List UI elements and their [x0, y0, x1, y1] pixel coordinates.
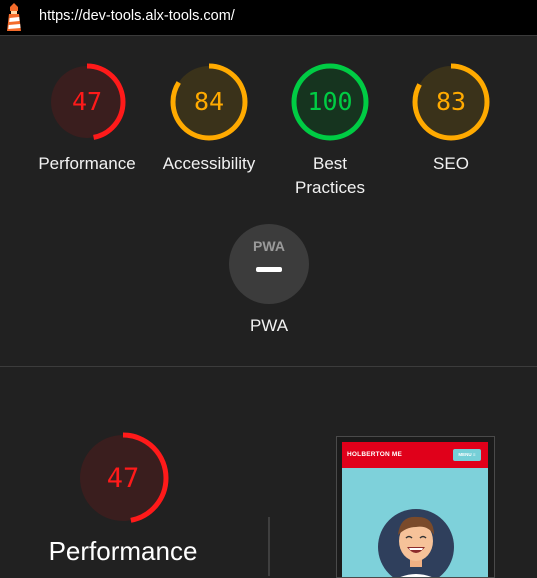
pwa-dash-icon — [256, 267, 282, 272]
preview-header: HOLBERTON ME MENU ≡ — [342, 442, 488, 468]
best-practices-score-ring: 100 — [291, 63, 369, 141]
lighthouse-icon — [7, 3, 21, 31]
page-url[interactable]: https://dev-tools.alx-tools.com/ — [39, 8, 235, 24]
gauge-score: 84 — [194, 87, 224, 116]
gauge-pwa[interactable]: PWA PWA — [209, 224, 329, 338]
detail-score-ring: 47 — [77, 432, 169, 524]
gauge-score: 83 — [436, 87, 466, 116]
gauge-label-line1: Best — [312, 154, 348, 173]
gauge-label: SEO — [433, 154, 469, 173]
avatar-illustration — [378, 509, 454, 577]
gauge-score: 47 — [72, 87, 102, 116]
pwa-badge-text: PWA — [253, 238, 285, 254]
preview-menu-button: MENU ≡ — [453, 449, 481, 461]
gauge-label: Performance — [38, 154, 136, 173]
gauge-label-line2: Practices — [295, 178, 365, 197]
top-bar: https://dev-tools.alx-tools.com/ — [0, 0, 537, 36]
vertical-divider — [268, 517, 270, 576]
gauge-label: Accessibility — [162, 154, 256, 173]
detail-score: 47 — [107, 463, 140, 494]
gauge-seo[interactable]: 83 SEO — [391, 62, 511, 176]
gauge-performance[interactable]: 47 Performance — [27, 62, 147, 176]
performance-score-ring: 47 — [48, 63, 126, 141]
detail-title: Performance — [48, 536, 198, 566]
gauge-label: PWA — [249, 316, 289, 335]
page-screenshot-preview[interactable]: HOLBERTON ME MENU ≡ — [336, 436, 495, 578]
detail-performance-gauge[interactable]: 47 — [77, 432, 169, 529]
gauge-label: Best Practices — [270, 152, 390, 200]
preview-brand: HOLBERTON ME — [347, 451, 403, 458]
section-divider — [0, 366, 537, 367]
pwa-badge-circle — [229, 224, 309, 304]
gauge-score: 100 — [307, 87, 352, 116]
seo-score-ring: 83 — [412, 63, 490, 141]
preview-page: HOLBERTON ME MENU ≡ — [342, 442, 488, 577]
gauge-best-practices[interactable]: 100 Best Practices — [270, 62, 390, 200]
accessibility-score-ring: 84 — [170, 63, 248, 141]
pwa-badge: PWA — [229, 224, 309, 304]
gauge-accessibility[interactable]: 84 Accessibility — [149, 62, 269, 176]
